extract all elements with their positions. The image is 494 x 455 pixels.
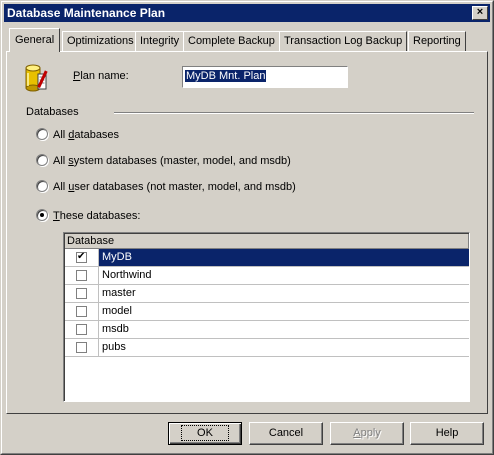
plan-name-label: Plan name: xyxy=(73,70,129,82)
checkbox-cell[interactable] xyxy=(65,249,99,267)
database-name-cell[interactable]: pubs xyxy=(99,339,469,357)
database-plan-icon xyxy=(25,64,48,92)
radio-icon[interactable] xyxy=(36,128,48,140)
table-row[interactable]: model xyxy=(65,303,469,321)
checkbox-icon[interactable] xyxy=(76,306,87,317)
tab-label: Transaction Log Backup xyxy=(284,35,403,47)
window-title: Database Maintenance Plan xyxy=(7,6,166,20)
checkbox-icon[interactable] xyxy=(76,270,87,281)
tab-integrity[interactable]: Integrity xyxy=(135,31,185,51)
table-row[interactable]: pubs xyxy=(65,339,469,357)
tab-label: Optimizations xyxy=(67,35,134,47)
grid-column-header[interactable]: Database xyxy=(65,234,469,249)
database-name-cell[interactable]: msdb xyxy=(99,321,469,339)
tab-label: Integrity xyxy=(140,35,180,47)
tab-label: Reporting xyxy=(413,35,461,47)
checkbox-cell[interactable] xyxy=(65,285,99,303)
checkbox-icon[interactable] xyxy=(76,251,87,263)
tab-transaction-log-backup[interactable]: Transaction Log Backup xyxy=(279,31,408,51)
tab-general[interactable]: General xyxy=(9,28,61,52)
radio-label: These databases: xyxy=(53,210,141,222)
apply-button[interactable]: Apply xyxy=(330,422,404,445)
close-icon[interactable]: × xyxy=(472,6,488,20)
help-button-label: Help xyxy=(435,427,459,439)
ok-button-label: OK xyxy=(181,425,229,441)
radio-label: All databases xyxy=(53,129,120,141)
radio-icon[interactable] xyxy=(36,154,48,166)
checkbox-cell[interactable] xyxy=(65,339,99,357)
cancel-button[interactable]: Cancel xyxy=(249,422,323,445)
plan-name-label-text: Plan name: xyxy=(73,70,129,82)
databases-group-label: Databases xyxy=(26,106,79,118)
apply-button-label: Apply xyxy=(353,427,381,439)
radio-icon[interactable] xyxy=(36,180,48,192)
table-row[interactable]: MyDB xyxy=(65,249,469,267)
tab-label: Complete Backup xyxy=(188,35,275,47)
database-grid[interactable]: Database MyDBNorthwindmastermodelmsdbpub… xyxy=(63,232,470,402)
table-row[interactable]: master xyxy=(65,285,469,303)
cancel-button-label: Cancel xyxy=(268,427,304,439)
tab-reporting[interactable]: Reporting xyxy=(408,31,466,51)
checkbox-cell[interactable] xyxy=(65,303,99,321)
table-row[interactable]: Northwind xyxy=(65,267,469,285)
title-bar[interactable]: Database Maintenance Plan × xyxy=(4,4,490,22)
database-name-cell[interactable]: model xyxy=(99,303,469,321)
checkbox-icon[interactable] xyxy=(76,324,87,335)
radio-icon[interactable] xyxy=(36,209,48,221)
tab-optimizations[interactable]: Optimizations xyxy=(62,31,139,51)
plan-name-value: MyDB Mnt. Plan xyxy=(185,70,267,82)
checkbox-cell[interactable] xyxy=(65,267,99,285)
checkbox-icon[interactable] xyxy=(76,288,87,299)
radio-label: All system databases (master, model, and… xyxy=(53,155,291,167)
checkbox-cell[interactable] xyxy=(65,321,99,339)
ok-button[interactable]: OK xyxy=(168,422,242,445)
plan-name-input[interactable]: MyDB Mnt. Plan xyxy=(182,66,348,88)
tab-label: General xyxy=(15,34,55,46)
tab-complete-backup[interactable]: Complete Backup xyxy=(183,31,280,51)
database-name-cell[interactable]: MyDB xyxy=(99,249,469,267)
help-button[interactable]: Help xyxy=(410,422,484,445)
database-name-cell[interactable]: Northwind xyxy=(99,267,469,285)
group-divider xyxy=(114,112,474,114)
table-row[interactable]: msdb xyxy=(65,321,469,339)
radio-label: All user databases (not master, model, a… xyxy=(53,181,296,193)
checkbox-icon[interactable] xyxy=(76,342,87,353)
database-name-cell[interactable]: master xyxy=(99,285,469,303)
